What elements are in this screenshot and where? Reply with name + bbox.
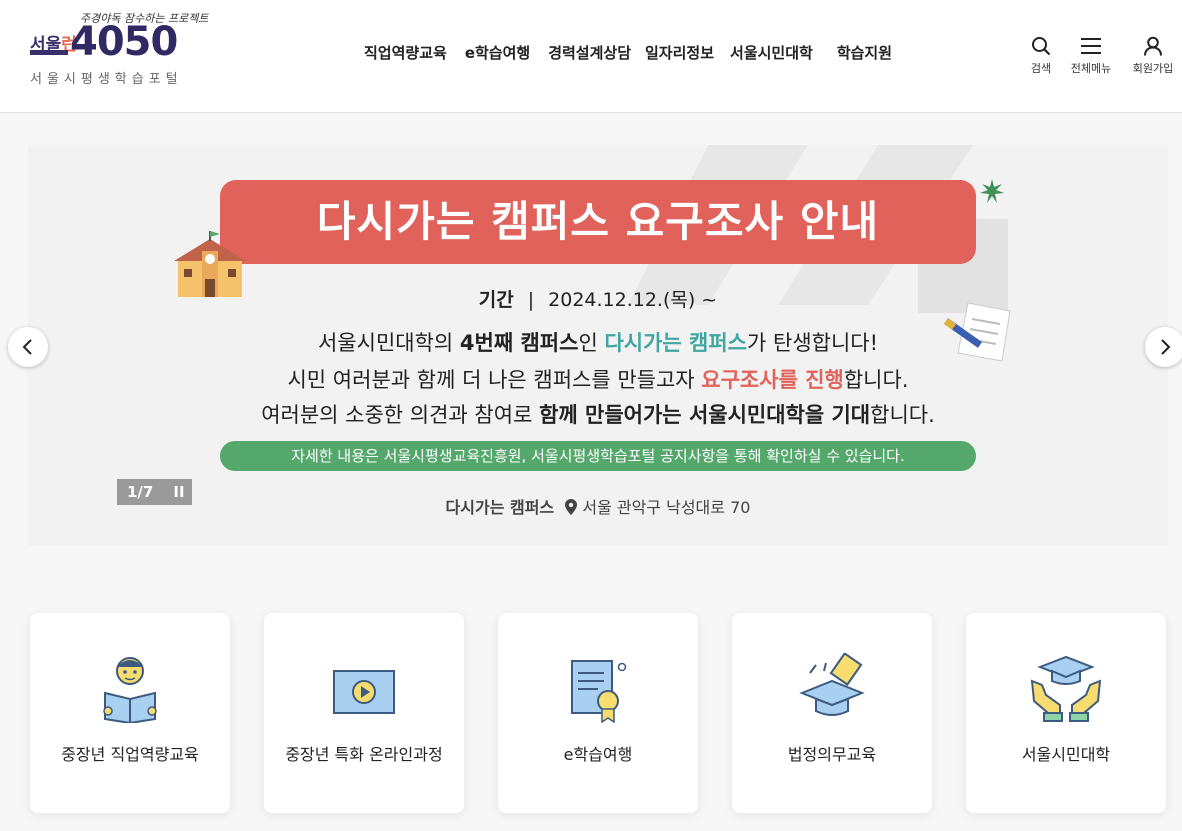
line3-text-c: 합니다. [870,403,935,427]
card-label: 중장년 특화 온라인과정 [285,745,443,764]
period-value: 2024.12.12.(목) ~ [548,289,718,311]
main-banner-slide[interactable]: 다시가는 캠퍼스 요구조사 안내 기간 | 2024.12.12.(목) ~ 서울시… [28,145,1168,545]
logo-sub-bar [30,50,68,55]
period-label: 기간 [478,289,514,311]
search-icon [1032,37,1051,56]
address-text: 서울 관악구 낙성대로 70 [582,498,751,517]
banner-line-3: 여러분의 소중한 의견과 참여로 함께 만들어가는 서울시민대학을 기대합니다. [28,399,1168,429]
logo-portal-text: 서울시평생학습포털 [30,72,183,87]
card-e-learning-trip[interactable]: e학습여행 [498,613,698,813]
banner-period: 기간 | 2024.12.12.(목) ~ [28,285,1168,312]
banner-title: 다시가는 캠퍼스 요구조사 안내 [220,180,976,264]
slide-pager: 1/7 II [117,479,192,505]
line1-text-d: 다시가는 캠퍼스 [604,331,747,355]
line2-text-b: 요구조사를 진행 [701,368,844,392]
graduation-cap-icon [799,653,865,716]
slide-prev-button[interactable] [8,327,48,367]
all-menu-button[interactable]: 전체메뉴 [1066,36,1116,76]
pause-button[interactable]: II [173,479,184,505]
line1-text-a: 서울시민대학의 [317,331,460,355]
join-button[interactable]: 회원가입 [1126,36,1180,76]
chevron-right-icon [1161,339,1171,355]
slide-counter: 1/7 [127,483,154,501]
search-label: 검색 [1030,62,1052,75]
site-header: 주경야독 잠수하는 프로젝트 서울런 4050 서울시평생학습포털 직업역량교육… [0,0,1182,113]
search-button[interactable]: 검색 [1027,36,1055,76]
nav-item-job-training[interactable]: 직업역량교육 [364,42,447,63]
main-nav: 직업역량교육 e학습여행 경력설계상담 일자리정보 서울시민대학 학습지원 [364,42,892,63]
line1-text-e: 가 탄생합니다! [747,331,879,355]
certificate-icon [571,660,627,723]
sparkle-icon [980,179,1004,203]
line1-text-c: 인 [578,331,605,355]
banner-line-1: 서울시민대학의 4번째 캠퍼스인 다시가는 캠퍼스가 탄생합니다! [28,327,1168,357]
chevron-left-icon [22,339,32,355]
card-mandatory-education[interactable]: 법정의무교육 [732,613,932,813]
nav-item-citizen-univ[interactable]: 서울시민대학 [730,42,813,63]
line3-text-b: 함께 만들어가는 서울시민대학을 기대 [539,403,871,427]
card-label: 중장년 직업역량교육 [61,745,199,764]
line1-text-b: 4번째 캠퍼스 [459,331,579,355]
period-separator: | [527,289,535,311]
card-job-training[interactable]: 중장년 직업역량교육 [30,613,230,813]
nav-item-e-learning-trip[interactable]: e학습여행 [465,42,530,63]
user-icon [1144,36,1162,56]
video-play-icon [333,670,395,714]
hamburger-icon [1081,38,1101,54]
banner-line-2: 시민 여러분과 함께 더 나은 캠퍼스를 만들고자 요구조사를 진행합니다. [28,364,1168,394]
line2-text-c: 합니다. [843,368,909,392]
hands-cap-icon [1030,655,1102,722]
card-label: 서울시민대학 [1021,745,1111,764]
address-label: 다시가는 캠퍼스 [445,498,555,517]
banner-address: 다시가는 캠퍼스 서울 관악구 낙성대로 70 [28,494,1168,518]
line2-text-a: 시민 여러분과 함께 더 나은 캠퍼스를 만들고자 [287,368,702,392]
reader-icon [103,657,157,723]
card-online-course[interactable]: 중장년 특화 온라인과정 [264,613,464,813]
logo-number: 4050 [70,19,178,65]
nav-item-learning-support[interactable]: 학습지원 [837,42,892,63]
slide-next-button[interactable] [1145,327,1182,367]
banner-note: 자세한 내용은 서울시평생교육진흥원, 서울시평생학습포털 공지사항을 통해 확… [220,441,976,471]
join-label: 회원가입 [1132,62,1174,75]
card-citizen-university[interactable]: 서울시민대학 [966,613,1166,813]
card-label: 법정의무교육 [787,745,877,764]
all-menu-label: 전체메뉴 [1070,62,1112,75]
nav-item-career-counsel[interactable]: 경력설계상담 [548,42,631,63]
site-logo[interactable]: 주경야독 잠수하는 프로젝트 서울런 4050 서울시평생학습포털 [28,10,208,90]
line3-text-a: 여러분의 소중한 의견과 참여로 [261,403,540,427]
card-label: e학습여행 [563,745,633,764]
nav-item-job-info[interactable]: 일자리정보 [645,42,714,63]
location-pin-icon [565,499,578,515]
